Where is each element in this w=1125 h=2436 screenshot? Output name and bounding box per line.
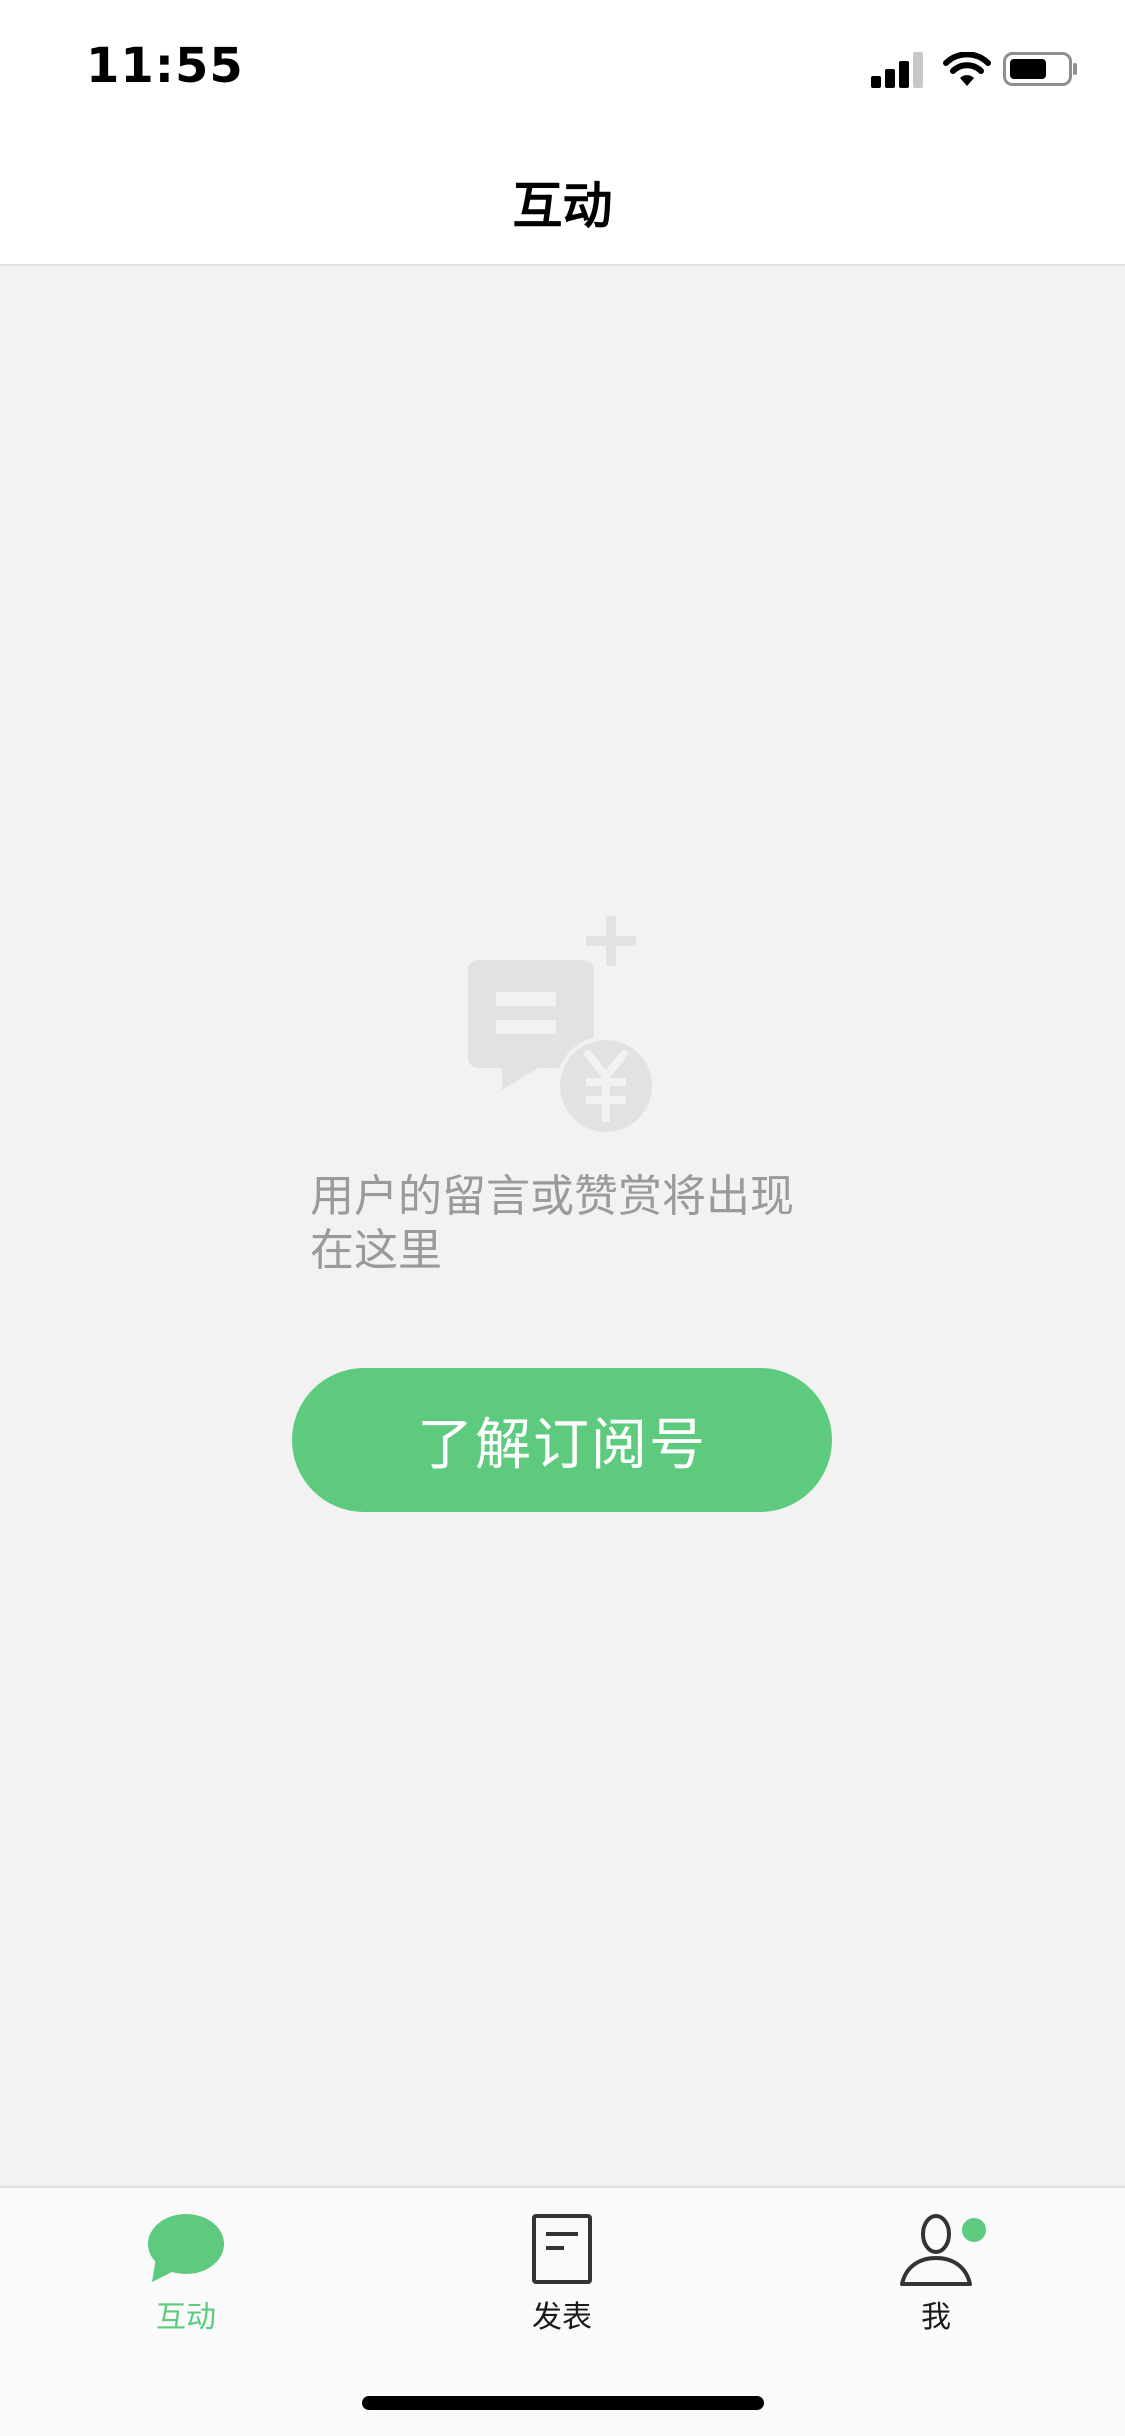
learn-subscription-button[interactable]: 了解订阅号 [292, 1368, 832, 1512]
tab-interact-label: 互动 [156, 2300, 216, 2335]
tab-me[interactable]: 我 [826, 2212, 1046, 2362]
chat-bubble-icon [148, 2214, 224, 2282]
status-icons [871, 50, 1081, 90]
status-time: 11:55 [86, 38, 244, 94]
tab-interact[interactable]: 互动 [76, 2212, 296, 2362]
tab-me-label: 我 [921, 2300, 951, 2335]
wifi-icon [943, 52, 991, 86]
battery-icon [1003, 52, 1077, 86]
comment-reward-icon [468, 916, 656, 1136]
empty-state-message: 用户的留言或赞赏将出现在这里 [310, 1171, 794, 1276]
document-icon [532, 2214, 592, 2284]
home-indicator[interactable] [362, 2396, 764, 2410]
tab-publish-label: 发表 [532, 2300, 592, 2335]
top-bar: 11:55 互动 [0, 0, 1125, 266]
tab-publish[interactable]: 发表 [452, 2212, 672, 2362]
cellular-signal-icon [871, 52, 923, 88]
screen: 11:55 互动 用户的留言或赞赏将出现在这里 了解订阅号 互动 发表 我 [0, 0, 1125, 2436]
page-title: 互动 [512, 177, 613, 235]
notification-badge [962, 2218, 986, 2242]
